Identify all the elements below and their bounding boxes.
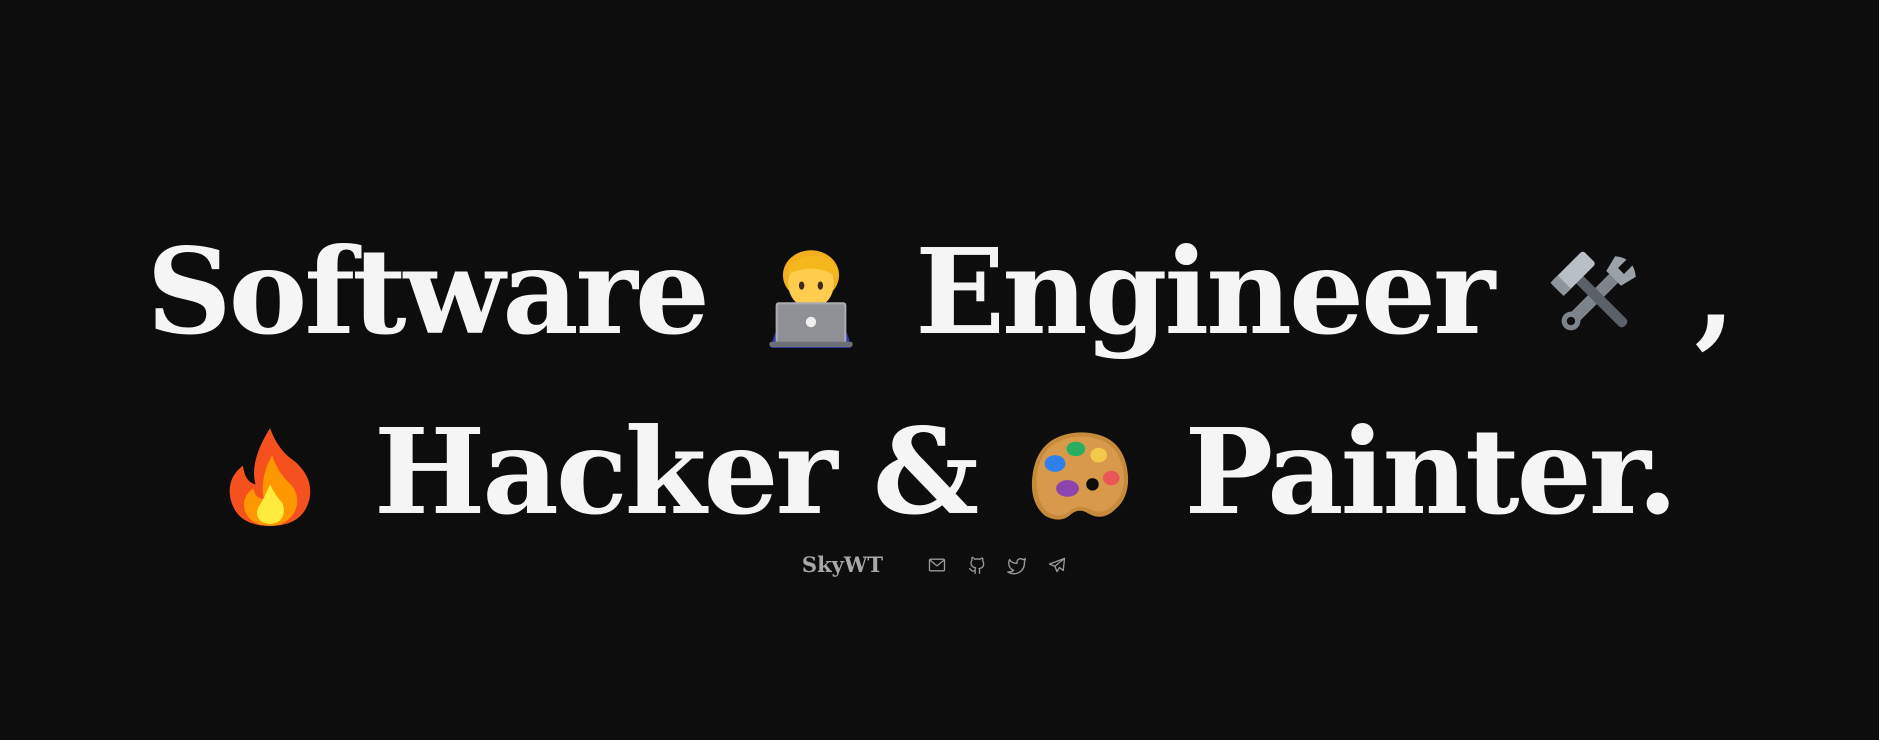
mail-icon[interactable] [925,553,949,577]
hammer-and-wrench-icon [1544,241,1648,351]
artist-palette-icon [1028,421,1132,531]
technologist-icon [759,241,863,351]
footer: SkyWT [0,552,1879,577]
fire-icon [218,421,322,531]
hero-word-engineer: Engineer [915,221,1495,361]
github-icon[interactable] [965,553,989,577]
hero-word-painter: Painter. [1184,402,1679,541]
author-name[interactable]: SkyWT [802,552,883,577]
telegram-icon[interactable] [1045,553,1069,577]
twitter-icon[interactable] [1005,553,1029,577]
hero-word-software: Software [146,221,709,361]
hero-line-1: Software Engineer , [0,196,1879,377]
hero-line-2: Hacker & Painter. [0,377,1879,558]
hero-headline: Software Engineer , Hacker & Painter. [0,196,1879,557]
hero-word-hacker: Hacker & [373,402,979,541]
hero-comma: , [1694,221,1735,361]
page: Software Engineer , Hacker & Painter. Sk… [0,0,1879,740]
